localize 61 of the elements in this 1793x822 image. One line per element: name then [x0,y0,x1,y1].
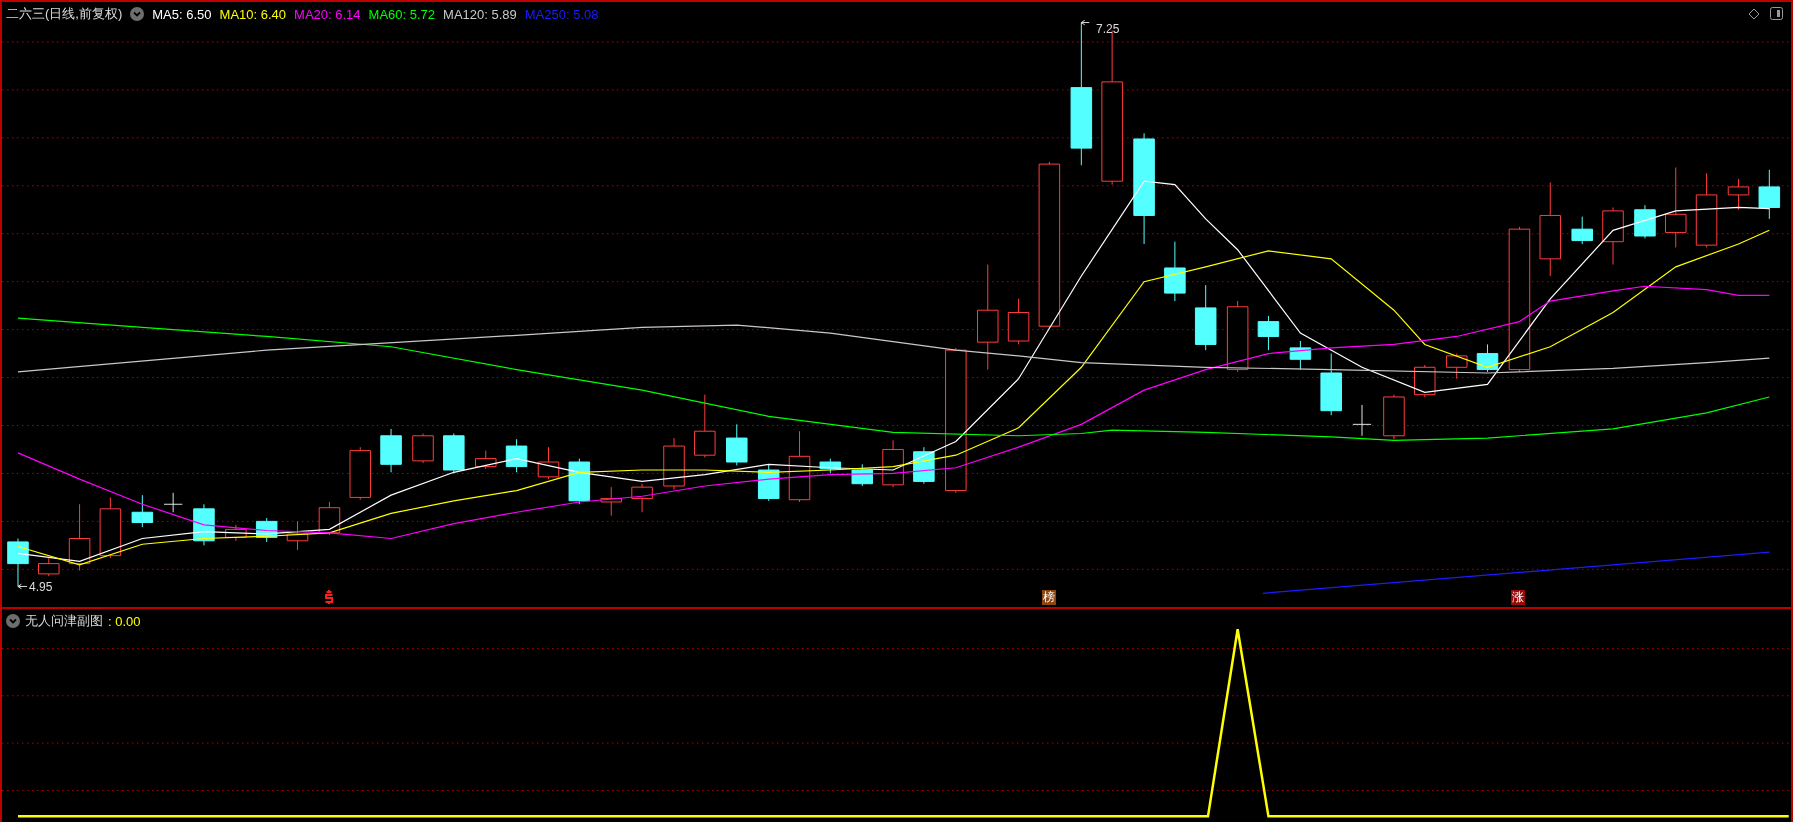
candlestick [505,438,528,473]
candlestick [1194,284,1217,351]
moving-average-value: MA120: 5.89 [443,6,517,22]
candlestick [163,492,183,513]
moving-average-value: MA250: 5.08 [524,6,599,22]
candlestick [38,557,60,577]
candlestick [1602,206,1624,266]
candlestick [819,458,842,474]
candlestick [380,428,402,473]
candlestick [1445,353,1468,380]
candlestick [568,458,591,505]
signal-badge: 涨 [1511,590,1526,605]
candlestick [225,524,247,542]
chart-title: 二六三(日线,前复权) [6,5,123,23]
chevron-down-icon[interactable] [130,7,145,21]
diamond-icon[interactable] [1748,7,1760,20]
candlestick [694,394,716,458]
candlestick [1634,204,1656,239]
candlestick [318,501,341,536]
candlestick [7,538,29,585]
candlestick [475,450,497,470]
high-price-label: 7.25 [1096,22,1120,36]
moving-average-value: MA20: 6.14 [294,6,361,22]
indicator-value: : 0.00 [108,613,141,629]
candlestick [1320,353,1342,416]
candlestick [68,503,91,571]
candlestick [1758,169,1781,220]
chevron-down-icon[interactable] [6,614,20,628]
candlestick [1476,343,1499,373]
panel-toggle-icon[interactable] [1770,7,1783,20]
candlestick [1571,216,1593,245]
candlestick [1164,241,1186,302]
signal-badge: 榜 [1042,590,1057,605]
low-price-label: 4.95 [29,580,53,594]
candlestick [1257,315,1280,351]
candlestick [1383,394,1405,440]
candlestick [882,439,904,488]
moving-average-value: MA5: 6.50 [152,6,212,22]
candlestick [286,520,309,551]
candlestick [443,433,465,474]
indicator-title: 无人问津副图 [25,612,103,630]
candlestick [537,446,560,480]
moving-average-value: MA60: 5.72 [368,6,436,22]
candlestick [1007,298,1030,345]
candlestick [663,437,685,490]
leader-line [17,583,28,590]
candlestick [1289,340,1312,371]
candlestick [757,463,780,502]
candlestick [631,483,653,513]
candlestick [349,446,371,501]
candlestick [851,463,874,487]
candlestick [131,494,154,528]
candlestick [99,496,122,559]
candlestick [412,433,434,464]
candlestick [600,486,623,517]
leader-line [1080,19,1090,26]
candlestick [255,517,278,543]
candlestick [1352,404,1372,437]
candlestick [726,423,748,466]
candlestick [1727,178,1750,211]
moving-average-value: MA10: 6.40 [219,6,287,22]
